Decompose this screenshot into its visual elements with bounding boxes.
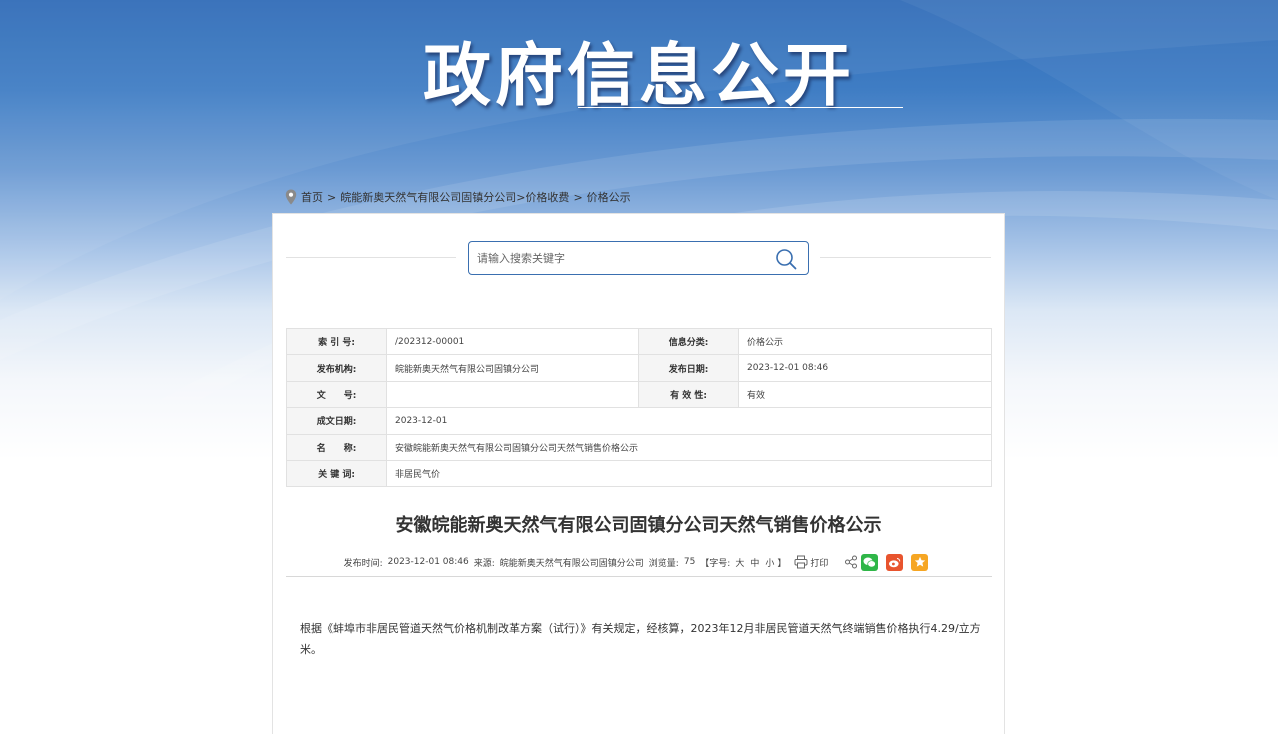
created-date-label: 成文日期: [286, 407, 387, 435]
publish-time-value: 2023-12-01 08:46 [387, 557, 469, 567]
keywords-label: 关 键 词: [286, 459, 387, 488]
favorite-button[interactable] [911, 553, 929, 571]
breadcrumb-separator: > [327, 190, 337, 204]
docno-value [386, 380, 639, 409]
docno-label: 文 号: [286, 380, 387, 409]
table-row: 名 称: 安徽皖能新奥天然气有限公司固镇分公司天然气销售价格公示 [286, 433, 992, 461]
print-button[interactable]: 打印 [794, 555, 833, 569]
name-value: 安徽皖能新奥天然气有限公司固镇分公司天然气销售价格公示 [386, 433, 992, 461]
created-date-value: 2023-12-01 [386, 407, 992, 435]
views-value: 75 [683, 557, 696, 567]
source-label: 来源: [473, 558, 495, 569]
breadcrumb: 首页 > 皖能新奥天然气有限公司固镇分公司 > 价格收费 > 价格公示 [285, 188, 631, 206]
search-input[interactable] [477, 248, 767, 268]
star-icon [914, 556, 926, 567]
pubdate-label: 发布日期: [638, 354, 739, 382]
article-divider [286, 576, 992, 577]
metadata-table: 索 引 号: /202312-00001 信息分类: 价格公示 发布机构: 皖能… [286, 327, 992, 488]
breadcrumb-separator: > [516, 190, 526, 204]
search-divider-right [820, 257, 991, 258]
table-row: 索 引 号: /202312-00001 信息分类: 价格公示 [286, 327, 992, 356]
category-label: 信息分类: [638, 327, 739, 356]
validity-label: 有 效 性: [638, 380, 739, 409]
location-pin-icon [285, 189, 297, 205]
table-row: 成文日期: 2023-12-01 [286, 407, 992, 435]
views-label: 浏览量: [648, 558, 679, 569]
font-size-label: 【字号: [700, 558, 731, 569]
table-row: 文 号: 有 效 性: 有效 [286, 380, 992, 409]
banner-underline [578, 107, 903, 108]
search-box [468, 241, 809, 275]
category-value: 价格公示 [738, 327, 992, 356]
search-icon[interactable] [774, 247, 798, 271]
index-value: /202312-00001 [386, 327, 639, 356]
validity-value: 有效 [738, 380, 992, 409]
article-body: 根据《蚌埠市非居民管道天然气价格机制改革方案（试行）》有关规定，经核算，2023… [300, 622, 981, 656]
content-panel: 索 引 号: /202312-00001 信息分类: 价格公示 发布机构: 皖能… [272, 213, 1005, 734]
breadcrumb-company-link[interactable]: 皖能新奥天然气有限公司固镇分公司 [340, 189, 516, 205]
weibo-share-button[interactable] [886, 553, 904, 571]
publish-time-label: 发布时间: [343, 558, 383, 569]
breadcrumb-separator: > [573, 190, 583, 204]
name-label: 名 称: [286, 433, 387, 461]
font-size-large-button[interactable]: 大 [735, 556, 744, 569]
breadcrumb-home-link[interactable]: 首页 [301, 189, 323, 205]
breadcrumb-price-fee-link[interactable]: 价格收费 [525, 189, 569, 205]
table-row: 发布机构: 皖能新奥天然气有限公司固镇分公司 发布日期: 2023-12-01 … [286, 354, 992, 382]
print-icon [794, 555, 808, 569]
font-size-end: 】 [777, 558, 787, 569]
print-label: 打印 [810, 558, 829, 569]
article-info-bar: 发布时间: 2023-12-01 08:46 来源: 皖能新奥天然气有限公司固镇… [273, 552, 1004, 572]
search-divider-left [286, 257, 456, 258]
share-icon[interactable] [844, 555, 858, 569]
breadcrumb-price-notice-link[interactable]: 价格公示 [587, 189, 631, 205]
keywords-value: 非居民气价 [386, 459, 992, 488]
org-value: 皖能新奥天然气有限公司固镇分公司 [386, 354, 639, 382]
font-size-small-button[interactable]: 小 [765, 556, 774, 569]
pubdate-value: 2023-12-01 08:46 [738, 354, 992, 382]
banner-title: 政府信息公开 [422, 37, 855, 116]
font-size-medium-button[interactable]: 中 [750, 556, 759, 569]
weibo-icon [889, 557, 901, 567]
org-label: 发布机构: [286, 354, 387, 382]
wechat-share-button[interactable] [861, 553, 879, 571]
table-row: 关 键 词: 非居民气价 [286, 459, 992, 488]
source-value: 皖能新奥天然气有限公司固镇分公司 [499, 558, 644, 569]
article-title: 安徽皖能新奥天然气有限公司固镇分公司天然气销售价格公示 [395, 515, 882, 536]
index-label: 索 引 号: [286, 327, 387, 356]
wechat-icon [863, 557, 877, 567]
